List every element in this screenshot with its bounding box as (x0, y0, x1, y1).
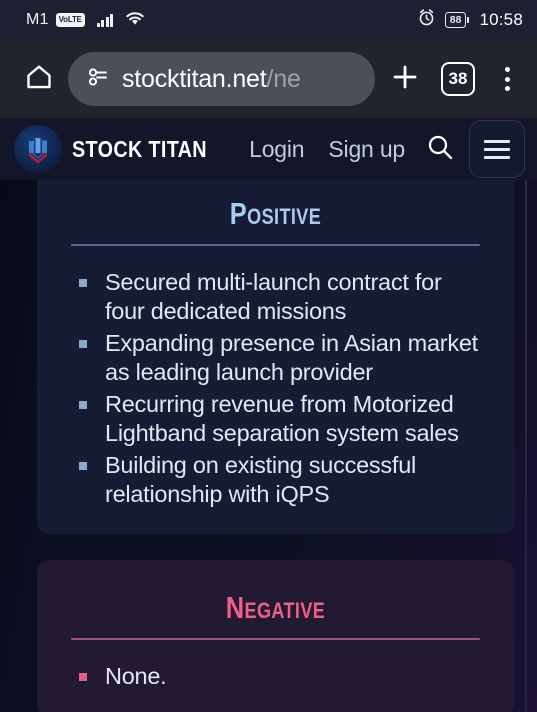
list-item: Secured multi-launch contract for four d… (79, 268, 482, 326)
signal-bars-icon (96, 13, 114, 27)
negative-card: Negative None. (37, 560, 514, 712)
wifi-icon (124, 10, 146, 31)
search-icon (425, 132, 455, 167)
login-link[interactable]: Login (237, 136, 316, 163)
brand-title[interactable]: STOCK TITAN (72, 136, 207, 163)
new-tab-button[interactable] (381, 55, 429, 103)
battery-indicator: 88 (444, 11, 467, 29)
status-bar-right: 88 10:58 (417, 8, 523, 32)
hamburger-menu-icon (484, 139, 510, 143)
negative-divider (71, 638, 480, 640)
positive-divider (71, 244, 480, 246)
address-bar[interactable]: stocktitan.net/ne (68, 52, 375, 106)
page-content: Positive Secured multi-launch contract f… (0, 180, 537, 712)
url-path: /ne (266, 64, 301, 93)
negative-section-title: Negative (225, 590, 326, 625)
url-domain: stocktitan.net (122, 64, 267, 93)
positive-list: Secured multi-launch contract for four d… (69, 268, 482, 509)
positive-card: Positive Secured multi-launch contract f… (37, 180, 514, 534)
list-item: Building on existing successful relation… (79, 451, 482, 509)
browser-overflow-menu-button[interactable] (487, 56, 527, 102)
stock-titan-logo-icon[interactable] (14, 125, 62, 173)
carrier-label: M1 (26, 11, 49, 28)
tune-icon[interactable] (84, 66, 110, 93)
vertical-scrollbar[interactable] (525, 180, 527, 712)
status-bar-left: M1 VoLTE (26, 10, 146, 31)
hamburger-menu-button[interactable] (469, 120, 525, 178)
search-button[interactable] (417, 126, 463, 172)
status-bar: M1 VoLTE 88 10:58 (0, 0, 537, 40)
tab-counter-button[interactable]: 38 (441, 62, 475, 96)
volte-badge: VoLTE (55, 13, 85, 27)
site-header: STOCK TITAN Login Sign up (0, 118, 537, 180)
browser-toolbar: stocktitan.net/ne 38 (0, 40, 537, 118)
home-button[interactable] (16, 56, 62, 102)
plus-icon (390, 62, 420, 97)
url-text[interactable]: stocktitan.net/ne (122, 65, 301, 94)
clock-label: 10:58 (479, 10, 523, 29)
signup-link[interactable]: Sign up (316, 136, 417, 163)
content-container: Positive Secured multi-launch contract f… (37, 180, 514, 712)
header-nav: Login Sign up (237, 120, 525, 178)
list-item: Recurring revenue from Motorized Lightba… (79, 390, 482, 448)
home-icon (24, 62, 54, 97)
list-item: None. (79, 662, 482, 691)
positive-section-title: Positive (229, 196, 322, 231)
negative-list: None. (69, 662, 482, 691)
alarm-clock-icon (417, 8, 436, 32)
list-item: Expanding presence in Asian market as le… (79, 329, 482, 387)
more-vertical-icon (504, 67, 510, 72)
